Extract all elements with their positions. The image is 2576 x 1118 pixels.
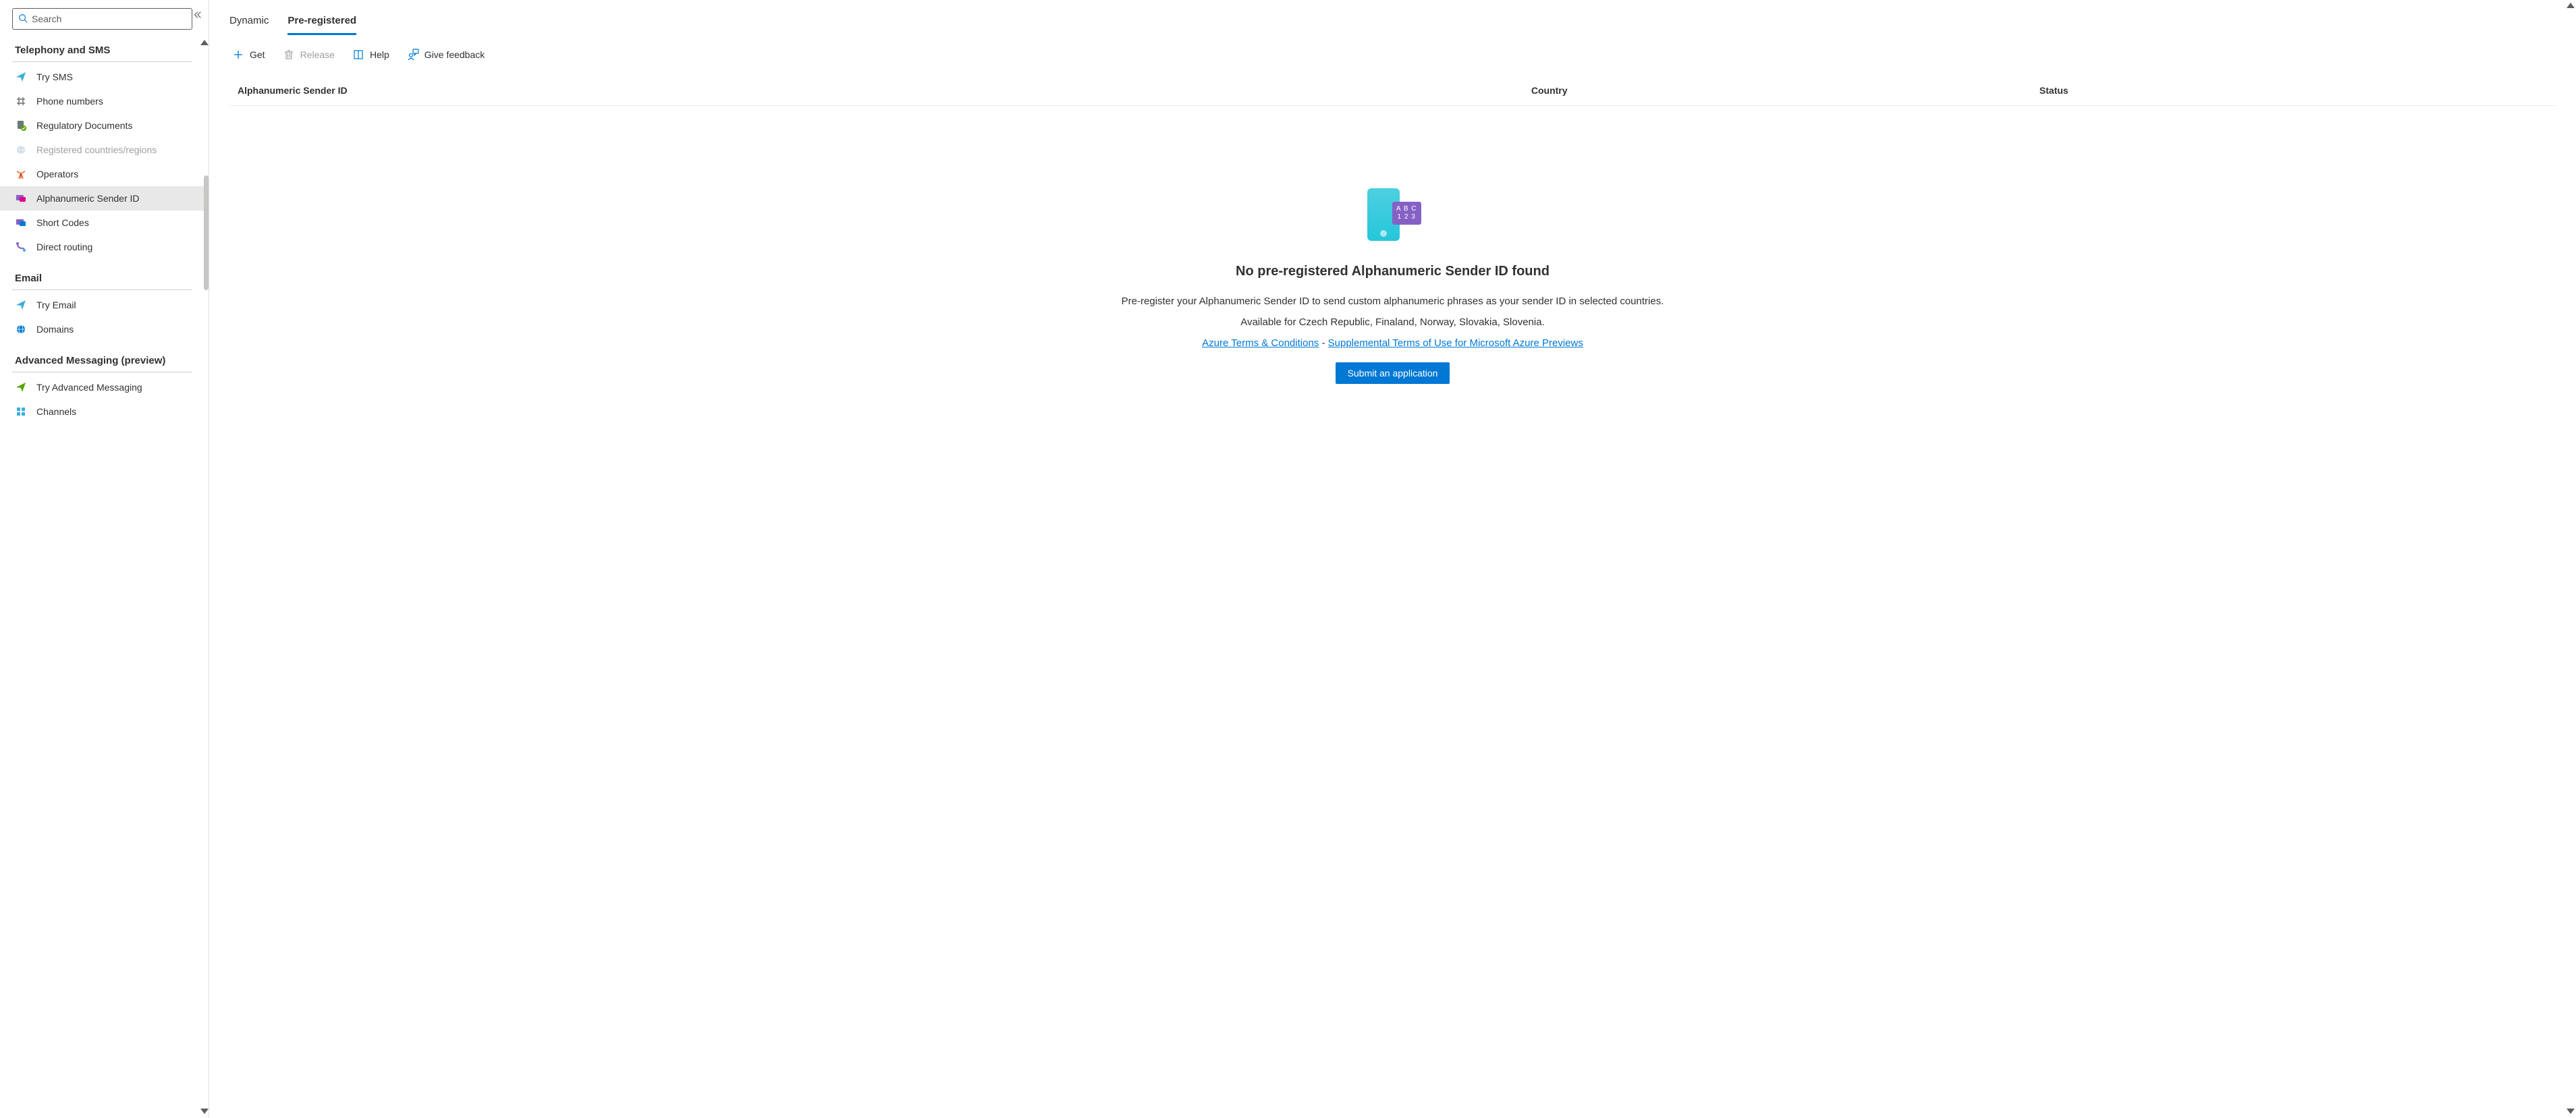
nav-label: Phone numbers: [36, 96, 103, 107]
scroll-up-icon[interactable]: [200, 37, 209, 48]
collapse-sidebar-button[interactable]: [191, 8, 204, 22]
document-check-icon: [15, 119, 27, 132]
antenna-icon: [15, 168, 27, 180]
send-icon: [15, 381, 27, 393]
nav-label: Channels: [36, 406, 76, 417]
scrollbar-thumb[interactable]: [204, 175, 209, 290]
person-feedback-icon: [407, 49, 419, 61]
search-box[interactable]: [12, 8, 192, 30]
send-icon: [15, 71, 27, 83]
tab-pre-registered[interactable]: Pre-registered: [287, 9, 356, 35]
hash-icon: [15, 95, 27, 107]
book-icon: [352, 49, 364, 61]
nav-operators[interactable]: Operators: [12, 162, 209, 186]
give-feedback-button[interactable]: Give feedback: [406, 46, 487, 63]
message-alphanumeric-icon: [15, 192, 27, 204]
nav-label: Registered countries/regions: [36, 144, 157, 155]
empty-state: A B C 1 2 3 No pre-registered Alphanumer…: [229, 106, 2556, 411]
nav-alphanumeric-sender-id[interactable]: Alphanumeric Sender ID: [0, 186, 206, 211]
nav-label: Domains: [36, 324, 74, 335]
empty-illustration: A B C 1 2 3: [1365, 187, 1421, 244]
phone-routing-icon: [15, 241, 27, 253]
tabs: Dynamic Pre-registered: [229, 9, 2556, 35]
nav-channels[interactable]: Channels: [12, 399, 209, 424]
nav-label: Try Email: [36, 300, 76, 310]
empty-description-2: Available for Czech Republic, Finaland, …: [1240, 316, 1545, 328]
nav-short-codes[interactable]: Short Codes: [12, 211, 209, 235]
scroll-up-icon[interactable]: [2567, 0, 2575, 11]
nav-phone-numbers[interactable]: Phone numbers: [12, 89, 209, 113]
nav-try-advanced-messaging[interactable]: Try Advanced Messaging: [12, 375, 209, 399]
divider: [12, 61, 192, 62]
nav-label: Regulatory Documents: [36, 120, 132, 131]
divider: [12, 289, 192, 290]
help-button[interactable]: Help: [351, 46, 391, 63]
nav-direct-routing[interactable]: Direct routing: [12, 235, 209, 259]
scroll-down-icon[interactable]: [2567, 1106, 2575, 1117]
channels-icon: [15, 406, 27, 418]
link-supplemental-terms[interactable]: Supplemental Terms of Use for Microsoft …: [1328, 337, 1583, 349]
nav-try-email[interactable]: Try Email: [12, 293, 209, 317]
nav-try-sms[interactable]: Try SMS: [12, 65, 209, 89]
globe-icon: [15, 323, 27, 335]
button-label: Help: [370, 49, 389, 60]
alphanumeric-icon: A B C 1 2 3: [1392, 202, 1421, 225]
button-label: Give feedback: [424, 49, 485, 60]
nav-label: Try SMS: [36, 72, 73, 82]
main-content: Dynamic Pre-registered Get Release: [209, 0, 2576, 1118]
release-button: Release: [281, 46, 336, 63]
separator: -: [1319, 337, 1327, 349]
nav-group-telephony: Telephony and SMS: [12, 40, 209, 60]
plus-icon: [232, 49, 244, 61]
send-icon: [15, 299, 27, 311]
tab-dynamic[interactable]: Dynamic: [229, 9, 269, 35]
search-input[interactable]: [32, 13, 186, 24]
col-country[interactable]: Country: [1531, 85, 2039, 96]
table-header: Alphanumeric Sender ID Country Status: [229, 76, 2556, 106]
nav-label: Operators: [36, 169, 78, 179]
button-label: Get: [250, 49, 265, 60]
toolbar: Get Release Help: [229, 39, 2556, 76]
scroll-down-icon[interactable]: [200, 1106, 209, 1117]
nav-label: Alphanumeric Sender ID: [36, 193, 140, 204]
trash-icon: [283, 49, 295, 61]
submit-application-button[interactable]: Submit an application: [1336, 362, 1450, 384]
nav-domains[interactable]: Domains: [12, 317, 209, 341]
nav-group-advanced-messaging: Advanced Messaging (preview): [12, 351, 209, 370]
nav-registered-countries: Registered countries/regions: [12, 138, 209, 162]
nav-group-email: Email: [12, 269, 209, 288]
empty-description-1: Pre-register your Alphanumeric Sender ID…: [1122, 296, 1664, 307]
empty-links: Azure Terms & Conditions - Supplemental …: [1202, 337, 1583, 349]
message-short-icon: [15, 217, 27, 229]
link-azure-terms[interactable]: Azure Terms & Conditions: [1202, 337, 1319, 349]
nav-label: Try Advanced Messaging: [36, 382, 142, 393]
globe-icon: [15, 144, 27, 156]
col-status[interactable]: Status: [2039, 85, 2548, 96]
nav-regulatory-documents[interactable]: Regulatory Documents: [12, 113, 209, 138]
nav-label: Direct routing: [36, 242, 92, 252]
search-icon: [18, 13, 28, 25]
get-button[interactable]: Get: [231, 46, 267, 63]
empty-title: No pre-registered Alphanumeric Sender ID…: [1236, 264, 1550, 279]
nav-label: Short Codes: [36, 217, 89, 228]
col-alphanumeric-sender-id[interactable]: Alphanumeric Sender ID: [238, 85, 1531, 96]
sidebar: Telephony and SMS Try SMS Phone numbers: [0, 0, 209, 1118]
button-label: Release: [300, 49, 335, 60]
